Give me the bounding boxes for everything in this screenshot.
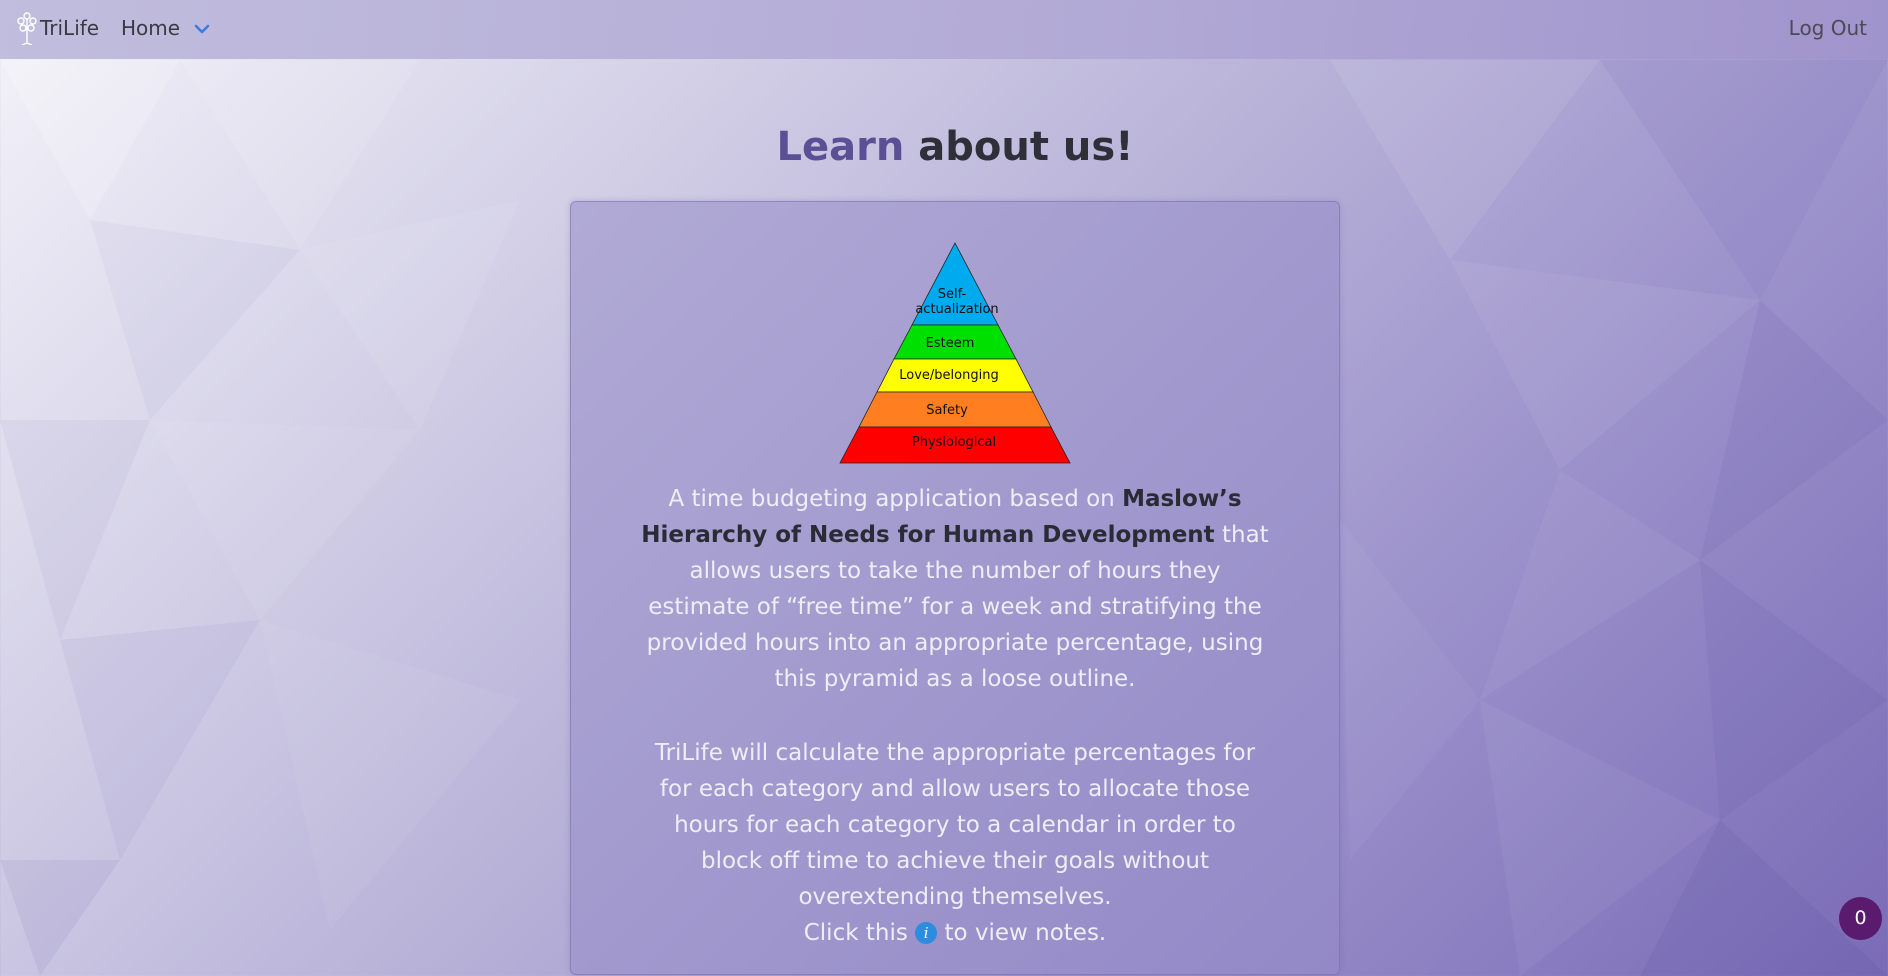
home-dropdown[interactable]: Home bbox=[121, 13, 210, 43]
logout-link[interactable]: Log Out bbox=[1789, 13, 1867, 43]
about-card: Self- actualization Esteem Love/belongin… bbox=[570, 201, 1340, 975]
brand-link[interactable]: TriLife bbox=[16, 10, 99, 46]
notes-after: to view notes. bbox=[937, 920, 1107, 946]
pyramid-label-physiological: Physiological bbox=[912, 435, 996, 450]
chevron-down-icon bbox=[194, 24, 210, 33]
pyramid-label-self-line2: actualization bbox=[915, 302, 998, 317]
pyramid-label-self-line1: Self- bbox=[938, 287, 967, 302]
page-title: Learn about us! bbox=[0, 124, 1888, 170]
pyramid-label-safety: Safety bbox=[926, 403, 968, 418]
pyramid-label-love: Love/belonging bbox=[899, 368, 998, 383]
navbar: TriLife Home Log Out bbox=[0, 0, 1888, 59]
notes-hint: Click this i to view notes. bbox=[641, 915, 1269, 951]
info-icon[interactable]: i bbox=[915, 922, 938, 944]
calculation-paragraph: TriLife will calculate the appropriate p… bbox=[654, 740, 1256, 910]
pyramid-label-esteem: Esteem bbox=[926, 336, 975, 351]
maslow-pyramid: Self- actualization Esteem Love/belongin… bbox=[839, 242, 1071, 464]
home-label: Home bbox=[121, 16, 181, 40]
notification-badge[interactable]: 0 bbox=[1839, 897, 1882, 940]
description-intro: A time budgeting application based on bbox=[668, 486, 1123, 512]
description-paragraph: A time budgeting application based on Ma… bbox=[641, 481, 1269, 697]
title-rest: about us! bbox=[904, 124, 1134, 170]
notes-before: Click this bbox=[803, 920, 916, 946]
tree-logo-icon bbox=[17, 12, 37, 45]
brand-name: TriLife bbox=[40, 16, 100, 40]
title-accent: Learn bbox=[776, 124, 905, 170]
